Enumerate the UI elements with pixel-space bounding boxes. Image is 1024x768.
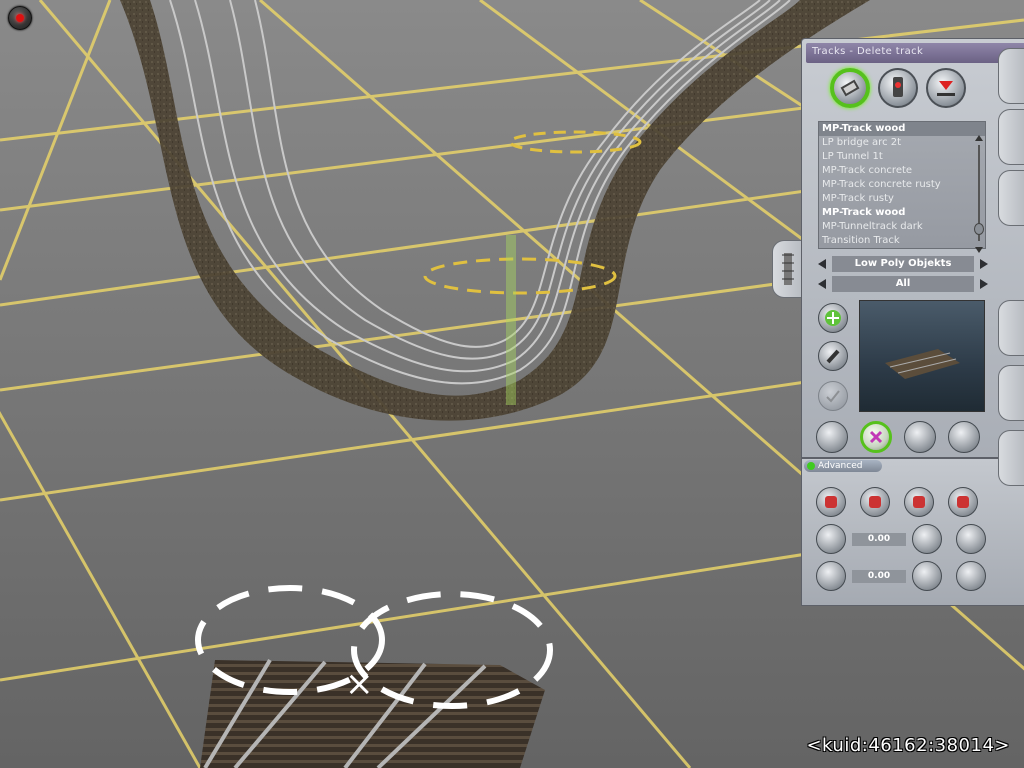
wrench-icon xyxy=(826,349,840,364)
region-next-icon[interactable] xyxy=(980,279,988,289)
track-list-item[interactable]: LP bridge arc 2t xyxy=(819,136,985,150)
kuid-label: <kuid:46162:38014> xyxy=(806,735,1010,756)
delete-x-icon xyxy=(869,430,883,444)
gradient-button[interactable] xyxy=(912,524,942,554)
record-button[interactable] xyxy=(8,6,32,30)
scroll-down-icon[interactable] xyxy=(975,247,983,253)
raise-button[interactable] xyxy=(816,487,846,517)
advanced-row: 0.00 xyxy=(816,561,986,591)
tab-world[interactable] xyxy=(998,365,1024,421)
reset-grade-button[interactable] xyxy=(912,561,942,591)
scroll-thumb[interactable] xyxy=(974,223,984,235)
grade-adjust-button[interactable] xyxy=(816,561,846,591)
up-height-button[interactable] xyxy=(904,487,934,517)
trackmark-mode-icon xyxy=(893,77,903,97)
trigger-mode-icon xyxy=(937,81,955,96)
lower-button[interactable] xyxy=(860,487,890,517)
region-prev-icon[interactable] xyxy=(818,279,826,289)
grade-value[interactable]: 0.00 xyxy=(852,569,906,583)
tab-settings[interactable] xyxy=(998,430,1024,486)
track-list-item[interactable]: MP-Track concrete xyxy=(819,164,985,178)
bank-button[interactable] xyxy=(956,561,986,591)
level-button[interactable] xyxy=(948,487,978,517)
track-list[interactable]: MP-Track wood LP bridge arc 2t LP Tunnel… xyxy=(818,121,986,249)
split-spline-button[interactable] xyxy=(904,421,936,453)
advanced-panel: Advanced 0.00 0.00 xyxy=(801,458,1024,606)
height-value[interactable]: 0.00 xyxy=(852,532,906,546)
advanced-controls: 0.00 0.00 xyxy=(816,487,986,598)
track-list-item[interactable]: MP-Tunneltrack dark xyxy=(819,220,985,234)
svg-text:×: × xyxy=(345,664,374,704)
tab-paint[interactable] xyxy=(998,109,1024,165)
track-tab-icon xyxy=(782,253,794,285)
category-prev-icon[interactable] xyxy=(818,259,826,269)
panel-title: Tracks - Delete track xyxy=(806,43,1024,63)
trackmark-mode-button[interactable] xyxy=(878,68,918,108)
smooth-spline-button[interactable] xyxy=(948,421,980,453)
category-selector: Low Poly Objekts xyxy=(818,256,988,272)
tab-terrain[interactable] xyxy=(998,48,1024,104)
tab-objects[interactable] xyxy=(998,170,1024,226)
plus-icon xyxy=(825,310,841,326)
track-mode-icon xyxy=(840,79,860,97)
category-next-icon[interactable] xyxy=(980,259,988,269)
move-spline-button[interactable] xyxy=(816,421,848,453)
add-spline-button[interactable] xyxy=(818,303,848,333)
track-list-scrollbar[interactable] xyxy=(974,135,984,253)
track-list-item[interactable]: LP Tunnel 1t xyxy=(819,150,985,164)
delete-track-button[interactable] xyxy=(860,421,892,453)
advanced-row: 0.00 xyxy=(816,524,986,554)
clear-gradient-button[interactable] xyxy=(956,524,986,554)
tab-track-tools[interactable] xyxy=(772,240,802,298)
advanced-toggle[interactable]: Advanced xyxy=(804,460,882,472)
mode-buttons xyxy=(830,68,966,108)
wrench-tool-button[interactable] xyxy=(818,341,848,371)
track-list-item[interactable]: Transition Track xyxy=(819,234,985,248)
height-adjust-button[interactable] xyxy=(816,524,846,554)
scroll-up-icon[interactable] xyxy=(975,135,983,141)
region-selector: All xyxy=(818,276,988,292)
region-value: All xyxy=(832,276,974,292)
edit-tools-row xyxy=(816,421,980,453)
track-list-item[interactable]: MP-Track rusty xyxy=(819,192,985,206)
track-tools-panel: Tracks - Delete track MP-Track wood LP b… xyxy=(801,38,1024,458)
category-value: Low Poly Objekts xyxy=(832,256,974,272)
track-preview-image xyxy=(885,349,960,379)
tab-tools[interactable] xyxy=(998,300,1024,356)
check-icon xyxy=(826,390,840,403)
track-list-item[interactable]: MP-Track wood xyxy=(819,122,985,136)
track-list-item[interactable]: MP-Track concrete rusty xyxy=(819,178,985,192)
check-tool-button[interactable] xyxy=(818,381,848,411)
track-preview xyxy=(859,300,985,412)
track-list-item[interactable]: MP-Track wood xyxy=(819,206,985,220)
track-mode-button[interactable] xyxy=(830,68,870,108)
trigger-mode-button[interactable] xyxy=(926,68,966,108)
advanced-row xyxy=(816,487,986,517)
